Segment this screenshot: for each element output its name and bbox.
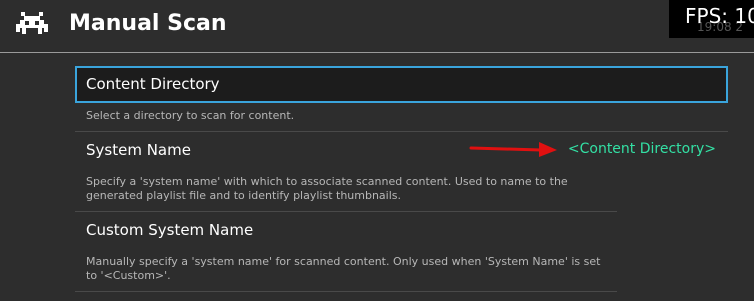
entry-description: Select a directory to scan for content. xyxy=(75,103,728,132)
entry-description: Manually specify a 'system name' for sca… xyxy=(75,249,617,292)
entry-row-selected[interactable]: Content Directory xyxy=(75,66,728,103)
entry-row[interactable]: System Name <Content Directory> xyxy=(75,132,728,169)
page-title: Manual Scan xyxy=(69,11,227,36)
menu-entry-custom-system-name[interactable]: Custom System Name Manually specify a 's… xyxy=(75,212,728,292)
menu-entry-content-directory[interactable]: Content Directory Select a directory to … xyxy=(75,66,728,132)
entry-value[interactable]: <Content Directory> xyxy=(568,141,716,157)
fps-counter: FPS: 10 xyxy=(685,4,754,28)
entry-label: Custom System Name xyxy=(86,221,254,239)
entry-description: Specify a 'system name' with which to as… xyxy=(75,169,617,212)
header-divider xyxy=(0,52,754,53)
menu-entry-system-name[interactable]: System Name <Content Directory> Specify … xyxy=(75,132,728,212)
entry-label: Content Directory xyxy=(86,75,220,93)
entry-label: System Name xyxy=(86,141,191,159)
retroarch-invader-icon[interactable] xyxy=(13,10,51,38)
settings-list: Content Directory Select a directory to … xyxy=(75,66,728,292)
entry-row[interactable]: Custom System Name xyxy=(75,212,728,249)
header-bar: Manual Scan xyxy=(0,0,754,52)
fps-overlay: 19:08 2 FPS: 10 xyxy=(669,0,754,38)
annotation-arrow-icon xyxy=(469,142,557,157)
